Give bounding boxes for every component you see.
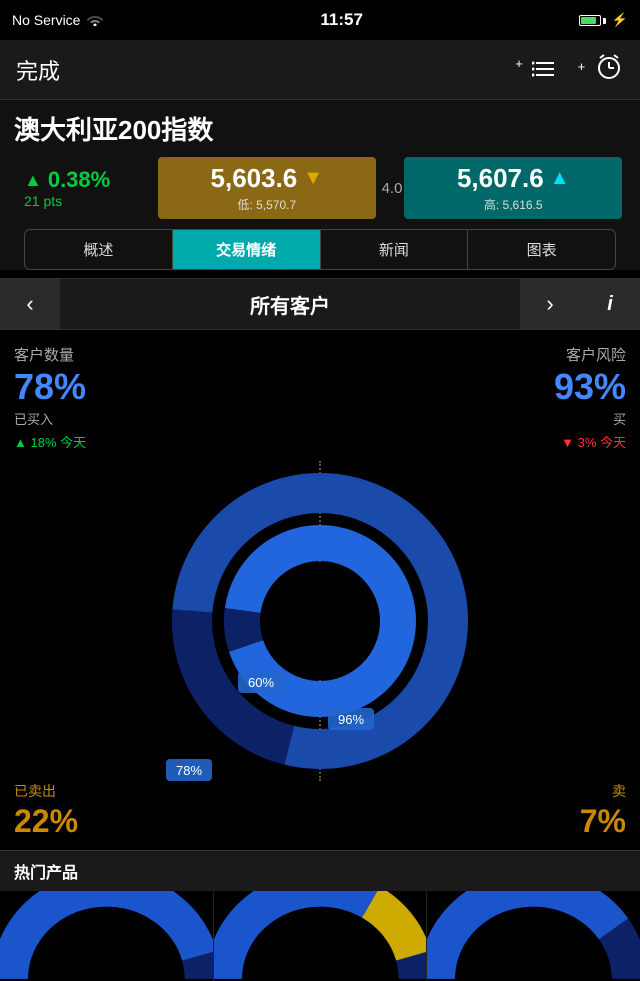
stock-header: 澳大利亚200指数 ▲ 0.38% 21 pts 5,603.6 ▼ 低: 5,… <box>0 100 640 270</box>
sell-risk-value: 7% <box>580 803 626 840</box>
ask-price-box[interactable]: 5,607.6 ▲ 高: 5,616.5 <box>404 157 622 219</box>
status-time: 11:57 <box>320 10 363 30</box>
tab-overview[interactable]: 概述 <box>25 230 173 269</box>
main-content: 客户数量 78% 已买入 ▲ 18% 今天 客户风险 93% 买 ▼ 3% 今天 <box>0 330 640 850</box>
bottom-chart-2[interactable] <box>214 891 428 981</box>
next-button[interactable]: › <box>520 279 580 329</box>
status-carrier-wifi: No Service <box>12 12 104 29</box>
client-count-sub2: ▲ 18% 今天 <box>14 432 86 451</box>
svg-text:60%: 60% <box>248 675 274 690</box>
bottom-charts <box>0 891 640 981</box>
bid-price-box[interactable]: 5,603.6 ▼ 低: 5,570.7 <box>158 157 376 219</box>
chart-svg: 60% 96% 78% 93% <box>0 461 640 781</box>
client-risk-sub1: 买 <box>554 409 626 428</box>
prev-button[interactable]: ‹ <box>0 279 60 329</box>
nav-right-icons: + + <box>515 51 624 88</box>
svg-text:78%: 78% <box>176 763 202 778</box>
top-nav: 完成 + + <box>0 40 640 100</box>
tab-news[interactable]: 新闻 <box>321 230 469 269</box>
price-low: 低: 5,570.7 <box>237 196 296 213</box>
donut-chart: 60% 96% 78% 93% <box>0 461 640 781</box>
change-percent: ▲ 0.38% <box>24 167 144 193</box>
svg-text:96%: 96% <box>338 712 364 727</box>
price-high: 高: 5,616.5 <box>484 196 543 213</box>
stat-client-risk: 客户风险 93% 买 ▼ 3% 今天 <box>554 344 626 451</box>
change-pts: 21 pts <box>24 193 144 209</box>
up-arrow-cyan-icon: ▲ <box>550 167 570 190</box>
bottom-labels: 已卖出 22% 卖 7% <box>14 781 626 850</box>
client-count-sub1: 已买入 <box>14 409 86 428</box>
bottom-chart-3[interactable] <box>427 891 640 981</box>
stock-title: 澳大利亚200指数 <box>14 110 626 147</box>
price-row: ▲ 0.38% 21 pts 5,603.6 ▼ 低: 5,570.7 4.0 … <box>14 155 626 221</box>
battery-icon <box>579 11 606 29</box>
spread: 4.0 <box>380 155 405 221</box>
client-risk-sub2: ▼ 3% 今天 <box>554 432 626 451</box>
nav-title: 所有客户 <box>60 290 520 319</box>
wifi-icon <box>86 12 104 29</box>
stat-client-count: 客户数量 78% 已买入 ▲ 18% 今天 <box>14 344 86 451</box>
stats-row: 客户数量 78% 已买入 ▲ 18% 今天 客户风险 93% 买 ▼ 3% 今天 <box>14 344 626 451</box>
status-right-icons: ⚡ <box>579 11 628 29</box>
sell-count-label: 已卖出 <box>14 781 78 801</box>
done-button[interactable]: 完成 <box>16 54 60 86</box>
client-risk-value: 93% <box>554 369 626 405</box>
sell-count-left: 已卖出 22% <box>14 781 78 840</box>
add-list-button[interactable]: + <box>515 54 557 86</box>
bottom-chart-1[interactable] <box>0 891 214 981</box>
status-bar: No Service 11:57 ⚡ <box>0 0 640 40</box>
client-risk-label: 客户风险 <box>554 344 626 365</box>
down-arrow-gold-icon: ▼ <box>303 167 323 190</box>
bid-price: 5,603.6 ▼ <box>211 163 324 194</box>
tabs: 概述 交易情绪 新闻 图表 <box>24 229 616 270</box>
client-count-value: 78% <box>14 369 86 405</box>
nav-row: ‹ 所有客户 › i <box>0 278 640 330</box>
hot-products-label: 热门产品 <box>14 865 78 882</box>
client-count-label: 客户数量 <box>14 344 86 365</box>
price-change: ▲ 0.38% 21 pts <box>14 155 154 221</box>
tab-sentiment[interactable]: 交易情绪 <box>173 230 321 269</box>
info-button[interactable]: i <box>580 279 640 329</box>
up-arrow-icon: ▲ <box>24 170 42 191</box>
hot-products-bar: 热门产品 <box>0 850 640 891</box>
charging-icon: ⚡ <box>612 12 628 28</box>
ask-price: 5,607.6 ▲ <box>457 163 570 194</box>
tab-chart[interactable]: 图表 <box>468 230 615 269</box>
sell-count-value: 22% <box>14 803 78 840</box>
sell-risk-label: 卖 <box>580 781 626 801</box>
carrier-label: No Service <box>12 12 80 28</box>
sell-risk-right: 卖 7% <box>580 781 626 840</box>
add-alarm-button[interactable]: + <box>578 51 624 88</box>
